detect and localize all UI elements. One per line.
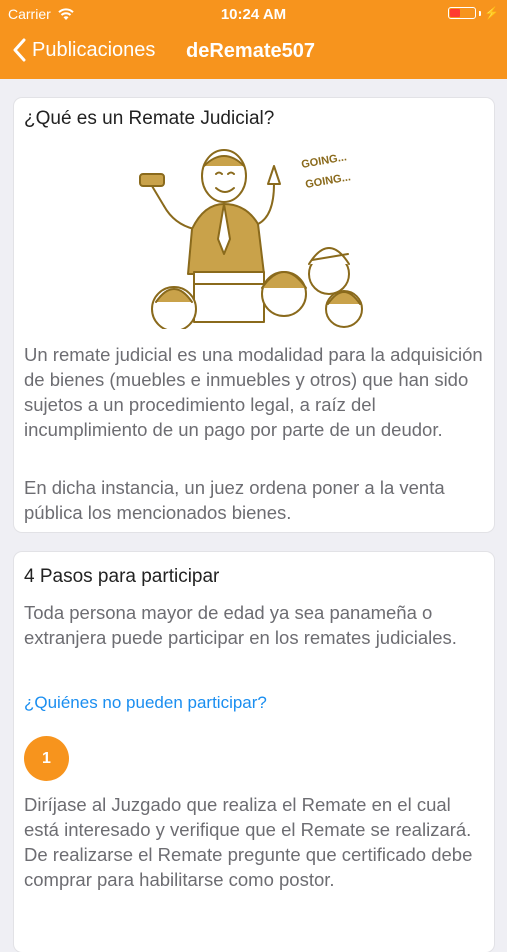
back-button[interactable]: Publicaciones — [12, 38, 155, 62]
pasos-card: 4 Pasos para participar Toda persona may… — [14, 552, 494, 952]
status-bar: Carrier 10:24 AM ⚡ — [0, 0, 507, 28]
charging-bolt-icon: ⚡ — [484, 6, 499, 20]
section-title: 4 Pasos para participar — [24, 566, 220, 587]
battery-icon — [448, 7, 477, 19]
remate-judicial-card: ¿Qué es un Remate Judicial? GOING... GOI… — [14, 98, 494, 532]
back-label: Publicaciones — [32, 38, 156, 61]
page-title: deRemate507 — [186, 40, 315, 62]
step-text: Diríjase al Juzgado que realiza el Remat… — [24, 794, 473, 890]
who-cannot-participate-link[interactable]: ¿Quiénes no pueden participar? — [24, 693, 267, 713]
navigation-bar: Publicaciones deRemate507 — [0, 28, 507, 79]
status-time: 10:24 AM — [220, 6, 287, 23]
step-number-badge: 1 — [24, 736, 69, 781]
illustration-caption-1: GOING... — [300, 151, 347, 171]
illustration-caption-2: GOING... — [304, 171, 351, 191]
auctioneer-illustration: GOING... GOING... — [139, 149, 363, 329]
definition-paragraph: Un remate judicial es una modalidad para… — [24, 344, 483, 440]
intro-paragraph: Toda persona mayor de edad ya sea paname… — [24, 602, 457, 648]
instance-paragraph: En dicha instancia, un juez ordena poner… — [24, 477, 445, 523]
chevron-left-icon — [13, 38, 26, 62]
section-title: ¿Qué es un Remate Judicial? — [24, 108, 275, 129]
top-bar: Carrier 10:24 AM ⚡ Publicaciones deRemat… — [0, 0, 507, 79]
battery-indicator: ⚡ — [448, 6, 499, 20]
